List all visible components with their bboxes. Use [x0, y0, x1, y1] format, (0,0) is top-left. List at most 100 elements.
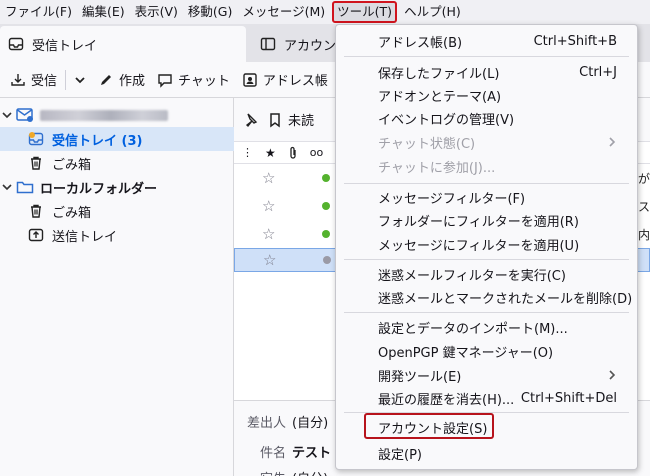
- download-icon: [10, 72, 26, 88]
- pencil-icon: [98, 72, 114, 88]
- read-status-dot[interactable]: [323, 256, 331, 264]
- folder-inbox[interactable]: 受信トレイ (3): [0, 127, 234, 151]
- inbox-folder-icon: [28, 131, 44, 147]
- menu-item-openpgp-key-manager[interactable]: OpenPGP 鍵マネージャー(O): [336, 339, 637, 363]
- menu-view[interactable]: 表示(V): [132, 1, 181, 23]
- to-label: 宛先: [234, 468, 292, 476]
- menu-item-label: イベントログの管理(V): [378, 112, 515, 128]
- star-icon[interactable]: ☆: [262, 197, 275, 215]
- menu-item-label: OpenPGP 鍵マネージャー(O): [378, 345, 554, 361]
- menu-tools[interactable]: ツール(T): [332, 1, 398, 23]
- star-column-icon[interactable]: ★: [265, 146, 276, 160]
- folder-local-label: ローカルフォルダー: [40, 181, 158, 197]
- menu-edit[interactable]: 編集(E): [79, 1, 128, 23]
- read-status-dot[interactable]: [322, 230, 330, 238]
- menu-help[interactable]: ヘルプ(H): [401, 1, 464, 23]
- get-messages-label: 受信: [31, 74, 58, 89]
- message-subject-fragment: 内: [637, 227, 650, 242]
- folder-local-trash-label: ごみ箱: [52, 205, 92, 221]
- unread-filter[interactable]: 未読: [268, 110, 314, 129]
- bookmark-icon: [268, 112, 282, 128]
- attachment-column-icon[interactable]: [288, 146, 298, 160]
- menu-item-label: 設定(P): [378, 447, 422, 463]
- from-row: 差出人 (自分): [234, 409, 328, 433]
- menu-item-delete-junk[interactable]: 迷惑メールとマークされたメールを削除(D): [336, 285, 637, 309]
- from-value[interactable]: (自分): [292, 412, 328, 431]
- folder-outbox[interactable]: 送信トレイ: [0, 223, 234, 247]
- chat-button[interactable]: チャット: [151, 66, 236, 94]
- chat-bubble-icon: [157, 72, 173, 88]
- address-book-label: アドレス帳: [262, 74, 328, 89]
- get-messages-dropdown[interactable]: [68, 66, 92, 94]
- tab-inbox[interactable]: 受信トレイ: [0, 26, 246, 62]
- to-row: 宛先 (自分): [234, 465, 328, 476]
- from-label: 差出人: [246, 415, 286, 431]
- to-value[interactable]: (自分): [292, 468, 328, 476]
- chevron-right-icon: [607, 369, 617, 381]
- folder-trash[interactable]: ごみ箱: [0, 151, 234, 175]
- read-status-column-icon[interactable]: oo: [310, 146, 323, 159]
- trash-icon: [28, 155, 44, 171]
- folder-icon: [16, 179, 34, 195]
- tools-menu: アドレス帳(B) Ctrl+Shift+B 保存したファイル(L) Ctrl+J…: [335, 24, 638, 470]
- pin-icon[interactable]: [242, 112, 258, 128]
- menu-separator: [344, 312, 629, 313]
- folder-local-folders[interactable]: ローカルフォルダー: [0, 175, 234, 199]
- account-settings-highlight: [364, 413, 494, 439]
- read-status-dot[interactable]: [322, 202, 330, 210]
- menu-item-shortcut: Ctrl+J: [579, 64, 617, 80]
- menu-item-developer-tools[interactable]: 開発ツール(E): [336, 363, 637, 387]
- star-icon[interactable]: ☆: [262, 169, 275, 187]
- address-book-icon: [242, 72, 258, 88]
- chevron-down-icon: [74, 74, 86, 86]
- folder-account[interactable]: [0, 103, 234, 127]
- menu-item-label: 迷惑メールとマークされたメールを削除(D): [378, 291, 633, 307]
- trash-icon: [28, 203, 44, 219]
- menu-item-import[interactable]: 設定とデータのインポート(M)...: [336, 315, 637, 339]
- subject-value: テスト: [292, 445, 332, 461]
- menu-item-run-junk-filter[interactable]: 迷惑メールフィルターを実行(C): [336, 262, 637, 286]
- toolbar-divider: [65, 69, 67, 90]
- menu-item-saved-files[interactable]: 保存したファイル(L) Ctrl+J: [336, 60, 637, 84]
- menubar: ファイル(F) 編集(E) 表示(V) 移動(G) メッセージ(M) ツール(T…: [0, 0, 650, 24]
- menu-item-settings[interactable]: 設定(P): [336, 441, 637, 465]
- star-icon[interactable]: ☆: [262, 225, 275, 243]
- write-button[interactable]: 作成: [92, 66, 151, 94]
- subject-label: 件名: [259, 445, 286, 461]
- menu-item-address-book[interactable]: アドレス帳(B) Ctrl+Shift+B: [336, 29, 637, 53]
- menu-item-shortcut: Ctrl+Shift+Del: [520, 390, 617, 406]
- folder-inbox-label: 受信トレイ (3): [52, 133, 143, 149]
- menu-item-clear-history[interactable]: 最近の履歴を消去(H)... Ctrl+Shift+Del: [336, 386, 637, 410]
- menu-item-label: 迷惑メールフィルターを実行(C): [378, 268, 566, 284]
- menu-separator: [344, 56, 629, 57]
- account-name-redacted: [40, 109, 168, 121]
- menu-separator: [344, 259, 629, 260]
- folder-local-trash[interactable]: ごみ箱: [0, 199, 234, 223]
- menu-file[interactable]: ファイル(F): [2, 1, 75, 23]
- menu-item-label: チャットに参加(J)...: [378, 160, 496, 176]
- get-messages-button[interactable]: 受信: [4, 66, 63, 94]
- chevron-down-icon[interactable]: [0, 108, 14, 122]
- menu-item-message-filters[interactable]: メッセージフィルター(F): [336, 185, 637, 209]
- menu-item-apply-message-filters[interactable]: メッセージにフィルターを適用(U): [336, 232, 637, 256]
- account-tab-icon: [260, 36, 276, 52]
- folder-trash-label: ごみ箱: [52, 157, 92, 173]
- mail-account-icon: [16, 107, 34, 123]
- read-status-dot[interactable]: [322, 174, 330, 182]
- menu-item-event-log[interactable]: イベントログの管理(V): [336, 106, 637, 130]
- menu-message[interactable]: メッセージ(M): [239, 1, 328, 23]
- menu-go[interactable]: 移動(G): [185, 1, 235, 23]
- menu-item-label: チャット状態(C): [378, 136, 476, 152]
- subject-row: 件名 テスト: [234, 439, 331, 463]
- thread-column-icon[interactable]: ⋮: [242, 146, 253, 159]
- chevron-down-icon[interactable]: [0, 180, 14, 194]
- write-label: 作成: [119, 74, 146, 89]
- star-icon[interactable]: ☆: [263, 251, 276, 269]
- menu-item-label: メッセージフィルター(F): [378, 191, 526, 207]
- folder-outbox-label: 送信トレイ: [52, 229, 118, 245]
- menu-item-apply-folder-filters[interactable]: フォルダーにフィルターを適用(R): [336, 208, 637, 232]
- menu-item-addons[interactable]: アドオンとテーマ(A): [336, 83, 637, 107]
- address-book-button[interactable]: アドレス帳: [236, 66, 334, 94]
- menu-item-label: フォルダーにフィルターを適用(R): [378, 214, 579, 230]
- menu-item-label: アドオンとテーマ(A): [378, 89, 502, 105]
